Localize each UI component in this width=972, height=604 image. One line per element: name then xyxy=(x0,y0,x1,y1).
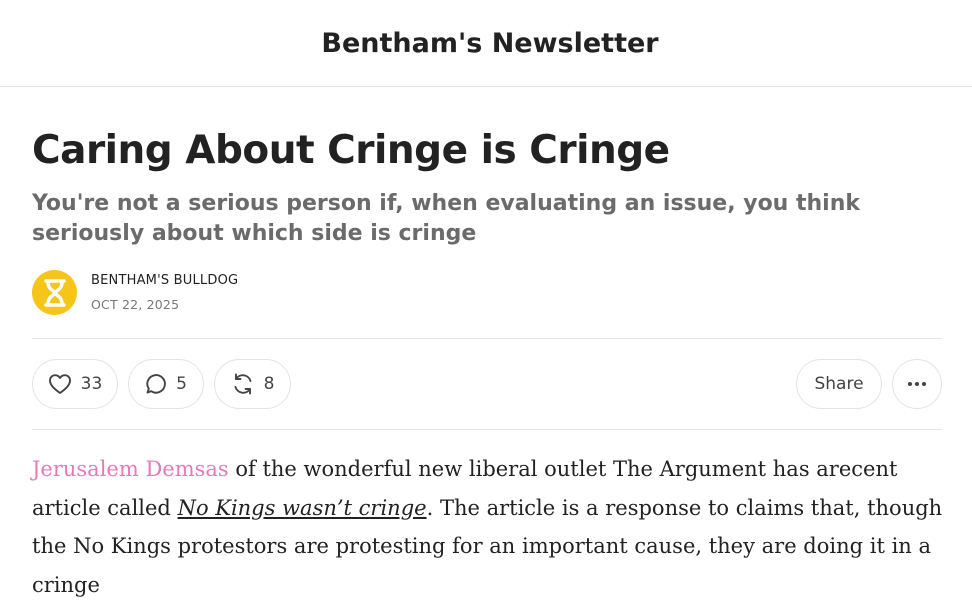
like-button[interactable]: 33 xyxy=(32,359,118,409)
article-link[interactable]: No Kings wasn’t cringe xyxy=(178,496,427,520)
heart-icon xyxy=(48,374,71,394)
author-name[interactable]: BENTHAM'S BULLDOG xyxy=(91,271,238,291)
restack-count: 8 xyxy=(263,374,275,394)
ellipsis-icon xyxy=(908,382,926,386)
divider xyxy=(32,429,942,430)
comment-button[interactable]: 5 xyxy=(128,359,204,409)
article-body: Jerusalem Demsas of the wonderful new li… xyxy=(32,450,944,604)
comment-count: 5 xyxy=(176,374,187,394)
share-label: Share xyxy=(814,374,864,394)
share-button[interactable]: Share xyxy=(796,359,882,409)
byline: BENTHAM'S BULLDOG OCT 22, 2025 xyxy=(32,270,238,315)
publication-header: Bentham's Newsletter xyxy=(0,0,972,87)
more-options-button[interactable] xyxy=(892,359,942,409)
restack-button[interactable]: 8 xyxy=(214,359,291,409)
restack-icon xyxy=(234,373,252,395)
author-mention-link[interactable]: Jerusalem Demsas xyxy=(32,457,229,481)
post-date: OCT 22, 2025 xyxy=(91,297,180,312)
hourglass-icon xyxy=(43,278,66,307)
post-title: Caring About Cringe is Cringe xyxy=(32,128,670,173)
publication-name[interactable]: Bentham's Newsletter xyxy=(321,28,658,59)
comment-icon xyxy=(146,374,166,394)
like-count: 33 xyxy=(80,374,103,394)
divider xyxy=(32,338,942,339)
author-avatar[interactable] xyxy=(32,270,77,315)
post-subtitle: You're not a serious person if, when eva… xyxy=(32,191,861,246)
